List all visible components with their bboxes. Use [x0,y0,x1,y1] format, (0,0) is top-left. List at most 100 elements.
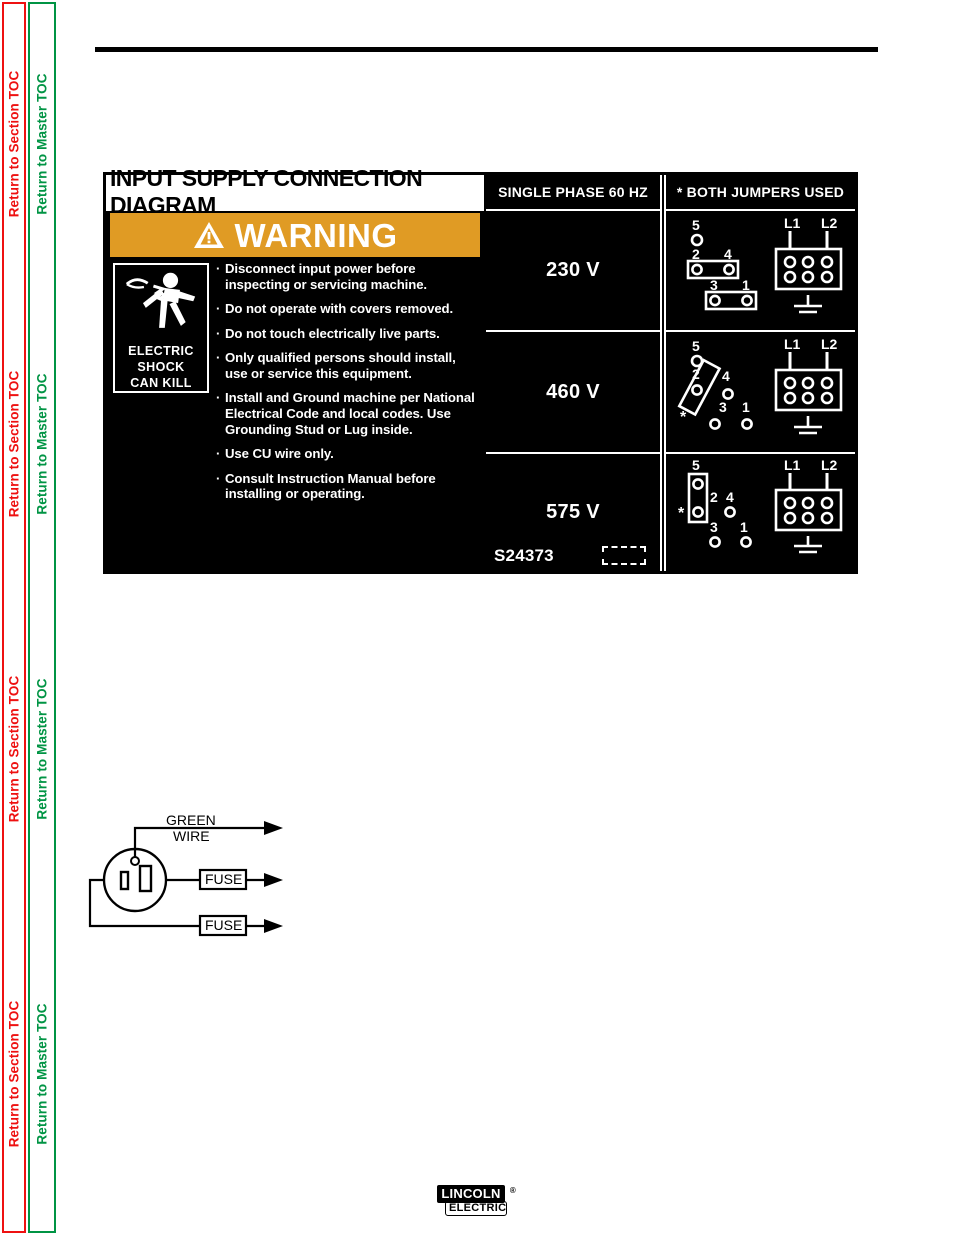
jumper-diagram-230: 5 2 4 3 1 L1 L2 [664,211,855,332]
receptacle-outline-icon [102,847,168,913]
electric-shock-warning-box: ELECTRIC SHOCK CAN KILL [113,263,209,393]
terminal-label-3: 3 [710,519,718,535]
arrow-head-icon [264,873,283,887]
warning-bullet-list: · Disconnect input power before inspecti… [216,261,478,511]
block-label-l1: L1 [784,336,801,352]
bullet-marker: · [216,261,221,276]
terminal-label-5: 5 [692,457,700,473]
toc-sidebar: Return to Section TOC Return to Section … [0,0,70,1235]
phase-header-cell: SINGLE PHASE 60 HZ [486,175,662,211]
logo-lincoln-bar: LINCOLN ® [437,1185,516,1203]
warning-bullet-text: Do not touch electrically live parts. [225,325,440,341]
jumpers-header-label: * BOTH JUMPERS USED [676,184,845,200]
sidebar-item-master-toc[interactable]: Return to Master TOC [35,678,50,819]
bullet-marker: · [216,390,221,406]
warning-bullet-text: Install and Ground machine per National … [225,390,475,437]
warning-panel: WARNING ELECTRIC SHOCK CAN KILL · Discon… [106,211,484,571]
terminal-label-2: 2 [710,489,718,505]
block-label-l2: L2 [821,336,838,352]
terminal-label-3: 3 [710,277,718,293]
diagram-title-cell: INPUT SUPPLY CONNECTION DIAGRAM [106,165,484,218]
jumper-diagram-460: 5 2 4 3 1 * L1 L2 [664,332,855,454]
warning-bullet: · Consult Instruction Manual before inst… [216,471,478,502]
block-label-l2: L2 [821,457,838,473]
warning-banner: WARNING [110,213,480,257]
sidebar-item-master-toc[interactable]: Return to Master TOC [35,73,50,214]
fuse-label-2: FUSE [205,917,242,933]
warning-label: WARNING [234,216,398,254]
warning-bullet: · Disconnect input power before inspecti… [216,261,478,292]
terminal-label-4: 4 [726,489,734,505]
receptacle-slot-large [138,864,153,893]
warning-bullet: · Only qualified persons should install,… [216,350,478,381]
shock-caption-line: CAN KILL [130,376,192,390]
part-number-label: S24373 [494,546,554,565]
sidebar-item-section-toc[interactable]: Return to Section TOC [7,1001,22,1148]
green-wire-label-line2: WIRE [173,828,210,844]
voltage-label: 230 V [546,259,600,281]
warning-bullet: · Install and Ground machine per Nationa… [216,390,478,437]
earth-ground-icon [794,416,822,435]
jumper-asterisk-note: * [678,505,685,522]
shock-caption-line: SHOCK [137,360,185,374]
block-label-l2: L2 [821,215,838,231]
sidebar-item-section-toc[interactable]: Return to Section TOC [7,371,22,518]
terminal-label-3: 3 [719,399,727,415]
lincoln-electric-logo: LINCOLN ® ELECTRIC [437,1185,516,1216]
warning-bullet: · Do not operate with covers removed. [216,301,478,317]
jumper-asterisk-note: * [680,409,687,426]
terminal-label-1: 1 [742,399,750,415]
sidebar-item-master-toc[interactable]: Return to Master TOC [35,373,50,514]
sidebar-item-section-toc[interactable]: Return to Section TOC [7,71,22,218]
terminal-label-5: 5 [692,338,700,354]
earth-ground-icon [794,536,822,554]
jumper-schematic-460: 5 2 4 3 1 * L1 L2 [677,336,843,435]
arrow-head-icon [264,821,283,835]
block-label-l1: L1 [784,457,801,473]
bullet-marker: · [216,470,221,486]
warning-bullet: · Use CU wire only. [216,446,478,462]
registered-trademark-icon: ® [509,1186,516,1195]
shock-caption-line: ELECTRIC [128,344,194,358]
terminal-label-5: 5 [692,217,700,233]
voltage-column: 230 V 460 V 575 V S24373 [486,211,662,571]
jumpers-header-cell: * BOTH JUMPERS USED [664,175,855,211]
earth-ground-icon [794,295,822,314]
warning-bullet-text: Do not operate with covers removed. [225,301,454,317]
block-label-l1: L1 [784,215,801,231]
arrow-head-icon [264,919,283,933]
warning-bullet: · Do not touch electrically live parts. [216,326,478,342]
green-wire-label-line1: GREEN [166,812,216,828]
blank-placeholder-box [602,546,646,565]
phase-header-label: SINGLE PHASE 60 HZ [498,184,648,200]
terminal-label-4: 4 [724,246,732,262]
terminal-label-1: 1 [742,277,750,293]
bullet-marker: · [216,446,221,462]
warning-triangle-icon [193,221,224,248]
voltage-cell-460: 460 V [486,332,662,454]
voltage-cell-230: 230 V [486,211,662,332]
warning-bullet-text: Only qualified persons should install, u… [225,350,456,381]
voltage-label: 460 V [546,380,600,403]
electric-shock-figure-icon [125,272,196,328]
warning-bullet-text: Use CU wire only. [225,446,334,462]
terminal-label-4: 4 [722,368,730,384]
sidebar-item-section-toc[interactable]: Return to Section TOC [7,676,22,823]
receptacle-slot-small [119,870,130,891]
sidebar-item-master-toc[interactable]: Return to Master TOC [35,1003,50,1144]
jumper-diagram-575: 5 2 4 3 1 * L1 L2 [664,454,855,571]
bullet-marker: · [216,301,221,317]
logo-lincoln-text: LINCOLN [441,1186,501,1201]
voltage-cell-575: 575 V S24373 [486,454,662,571]
jumper-schematic-575: 5 2 4 3 1 * L1 L2 [678,457,843,554]
logo-electric-bar: ELECTRIC [445,1201,507,1216]
voltage-label: 575 V [546,501,600,523]
receptacle-wiring-diagram: FUSE FUSE GREEN WIRE [88,808,288,943]
jumper-schematic-230: 5 2 4 3 1 L1 L2 [686,215,843,314]
section-toc-column: Return to Section TOC Return to Section … [2,2,26,1233]
warning-bullet-text: Consult Instruction Manual before instal… [225,470,436,502]
input-supply-connection-diagram: INPUT SUPPLY CONNECTION DIAGRAM SINGLE P… [103,165,858,574]
master-toc-column: Return to Master TOC Return to Master TO… [28,2,56,1233]
fuse-label-1: FUSE [205,871,242,887]
bullet-marker: · [216,350,221,366]
